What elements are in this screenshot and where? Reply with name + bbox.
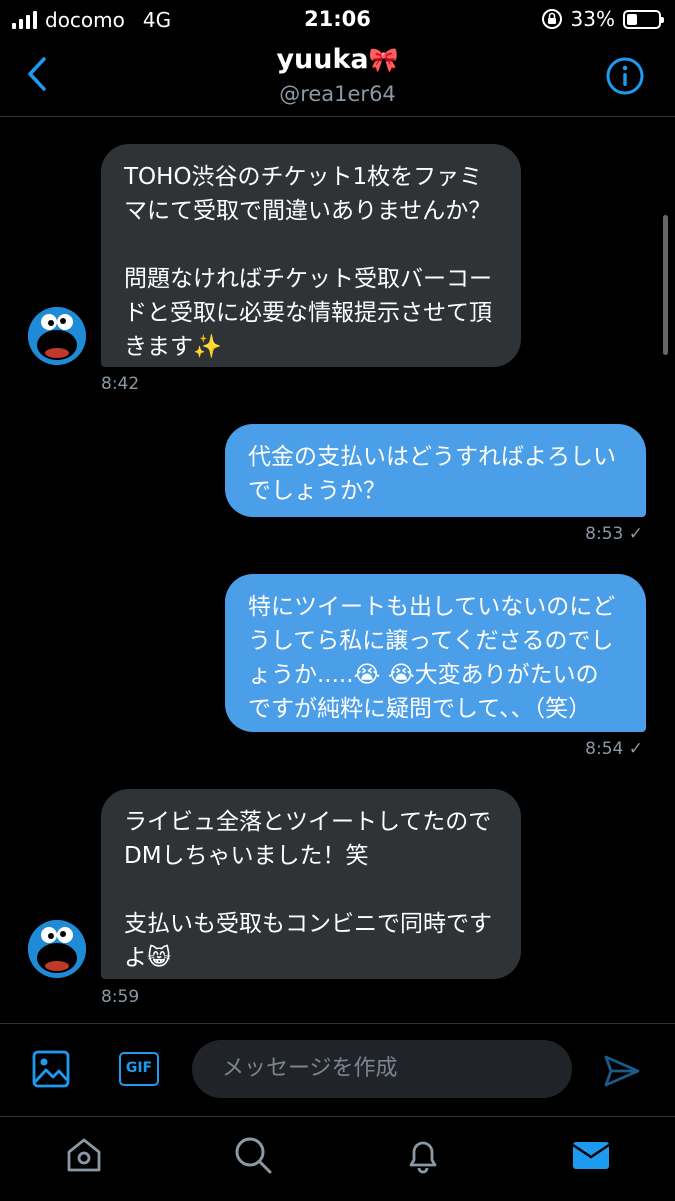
home-icon[interactable] <box>64 1135 104 1175</box>
cookie-monster-avatar <box>28 920 86 978</box>
search-icon[interactable] <box>233 1135 273 1175</box>
bell-icon[interactable] <box>403 1135 443 1175</box>
message-time: 8:42 <box>101 374 140 394</box>
send-icon[interactable] <box>603 1054 641 1088</box>
contact-handle: @rea1er64 <box>279 82 396 106</box>
contact-name-text: yuuka <box>276 44 369 75</box>
scrollbar[interactable] <box>663 215 668 355</box>
message-input[interactable]: メッセージを作成 <box>192 1040 572 1098</box>
battery-percent: 33% <box>570 7 615 31</box>
message-time: 8:59 <box>101 987 140 1007</box>
conversation-header: yuuka🎀 @rea1er64 <box>0 38 675 117</box>
avatar[interactable] <box>28 307 86 365</box>
status-bar: docomo 4G 21:06 33% <box>0 0 675 38</box>
rotation-lock-icon <box>541 9 562 29</box>
message-bubble-incoming[interactable]: TOHO渋谷のチケット1枚をファミ マにて受取で間違いありませんか？ 問題なけれ… <box>101 144 521 367</box>
status-right: 33% <box>541 7 664 31</box>
message-bubble-incoming[interactable]: ライビュ全落とツイートしてたので DMしちゃいました！笑 支払いも受取もコンビニ… <box>101 789 521 979</box>
avatar[interactable] <box>28 920 86 978</box>
ribbon-emoji: 🎀 <box>368 46 399 74</box>
battery-fill <box>627 13 637 25</box>
cookie-monster-avatar <box>28 307 86 365</box>
battery-icon <box>623 9 664 29</box>
bottom-tab-bar <box>0 1116 675 1201</box>
message-composer: GIF メッセージを作成 <box>0 1023 675 1116</box>
message-bubble-outgoing[interactable]: 特にツイートも出していないのにど うしてら私に譲ってくださるのでし ょうか...… <box>225 574 646 732</box>
info-icon[interactable] <box>605 56 645 96</box>
message-time: 8:54 ✓ <box>585 739 643 759</box>
gif-button[interactable]: GIF <box>119 1052 159 1086</box>
contact-name[interactable]: yuuka🎀 <box>0 44 675 75</box>
message-bubble-outgoing[interactable]: 代金の支払いはどうすればよろしい でしょうか？ <box>225 424 646 517</box>
mail-icon[interactable] <box>571 1135 611 1175</box>
message-time: 8:53 ✓ <box>585 524 643 544</box>
image-icon[interactable] <box>32 1050 70 1088</box>
